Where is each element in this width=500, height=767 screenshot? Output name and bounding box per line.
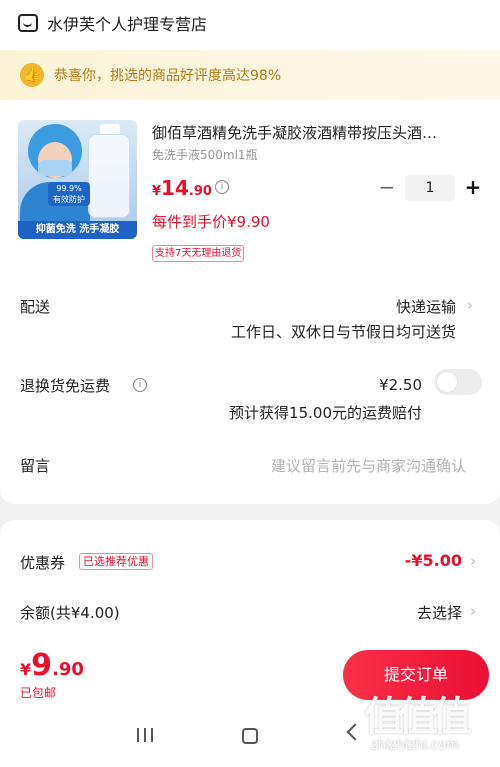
- thumbs-up-icon: 👍: [20, 63, 44, 87]
- chevron-right-icon[interactable]: ›: [470, 602, 476, 620]
- store-header[interactable]: 水伊芙个人护理专营店: [18, 10, 207, 36]
- price-currency: ¥: [152, 184, 162, 199]
- quantity-stepper: − 1 +: [375, 175, 485, 201]
- balance-label: 余额(共¥4.00): [20, 604, 120, 622]
- shop-icon: [18, 14, 38, 32]
- return-insurance-toggle[interactable]: [434, 369, 482, 395]
- watermark-site: zhizhizhi.com: [371, 738, 459, 753]
- price-decimal: .90: [188, 184, 212, 199]
- banner-text: 恭喜你，挑选的商品好评度高达98%: [54, 68, 282, 84]
- product-image[interactable]: 99.9% 有效防护 抑菌免洗 洗手凝胶: [18, 120, 137, 239]
- shipping-note: 已包邮: [20, 686, 57, 700]
- image-strip: 抑菌免洗 洗手凝胶: [18, 221, 137, 239]
- nurse-mask: [38, 160, 72, 176]
- coupon-label: 优惠券: [20, 554, 66, 572]
- watermark: 值值值 zhizhizhi.com: [346, 678, 496, 758]
- return-policy-tag: 支持7天无理由退货: [152, 245, 245, 262]
- product-title[interactable]: 御佰草酒精免洗手凝胶液酒精带按压头酒…: [152, 122, 482, 143]
- watermark-logo: 值值值: [364, 694, 472, 740]
- return-insurance-label: 退换货免运费: [20, 377, 111, 395]
- chevron-right-icon[interactable]: ›: [467, 296, 473, 314]
- badge-line2: 有效防护: [53, 195, 85, 204]
- product-price: ¥ 14 .90: [152, 176, 212, 200]
- price-info-icon[interactable]: i: [215, 180, 229, 194]
- badge-line1: 99.9%: [56, 184, 82, 193]
- balance-action[interactable]: 去选择: [417, 602, 462, 623]
- recent-apps-icon[interactable]: [137, 728, 153, 744]
- increase-button[interactable]: +: [461, 175, 485, 201]
- coupon-tag: 已选推荐优惠: [79, 553, 153, 570]
- total-decimal: .90: [52, 659, 84, 680]
- return-insurance-price: ¥2.50: [379, 376, 422, 394]
- toggle-knob: [437, 372, 457, 392]
- note-label: 留言: [20, 457, 51, 475]
- quantity-input[interactable]: 1: [405, 175, 455, 201]
- coupon-value[interactable]: -¥5.00: [405, 551, 462, 570]
- decrease-button[interactable]: −: [375, 175, 399, 201]
- rating-banner: 👍 恭喜你，挑选的商品好评度高达98%: [0, 50, 500, 100]
- note-input[interactable]: 建议留言前先与商家沟通确认: [271, 455, 466, 476]
- home-icon[interactable]: [242, 728, 258, 744]
- protection-badge: 99.9% 有效防护: [48, 182, 90, 206]
- delivery-label: 配送: [20, 298, 51, 316]
- delivery-detail: 工作日、双休日与节假日均可送货: [230, 323, 456, 341]
- chevron-right-icon[interactable]: ›: [470, 552, 476, 570]
- total-price: ¥ 9 .90: [20, 648, 84, 683]
- product-spec[interactable]: 免洗手液500ml1瓶: [152, 146, 258, 163]
- return-insurance-detail: 预计获得15.00元的运费赔付: [229, 404, 422, 422]
- total-integer: 9: [31, 648, 53, 683]
- deal-price: 每件到手价¥9.90: [152, 213, 270, 231]
- delivery-method[interactable]: 快递运输: [396, 296, 456, 317]
- total-currency: ¥: [20, 660, 32, 679]
- store-name: 水伊芙个人护理专营店: [47, 15, 208, 34]
- insurance-info-icon[interactable]: i: [133, 378, 147, 392]
- product-bottle: [88, 134, 130, 218]
- price-integer: 14: [161, 176, 189, 200]
